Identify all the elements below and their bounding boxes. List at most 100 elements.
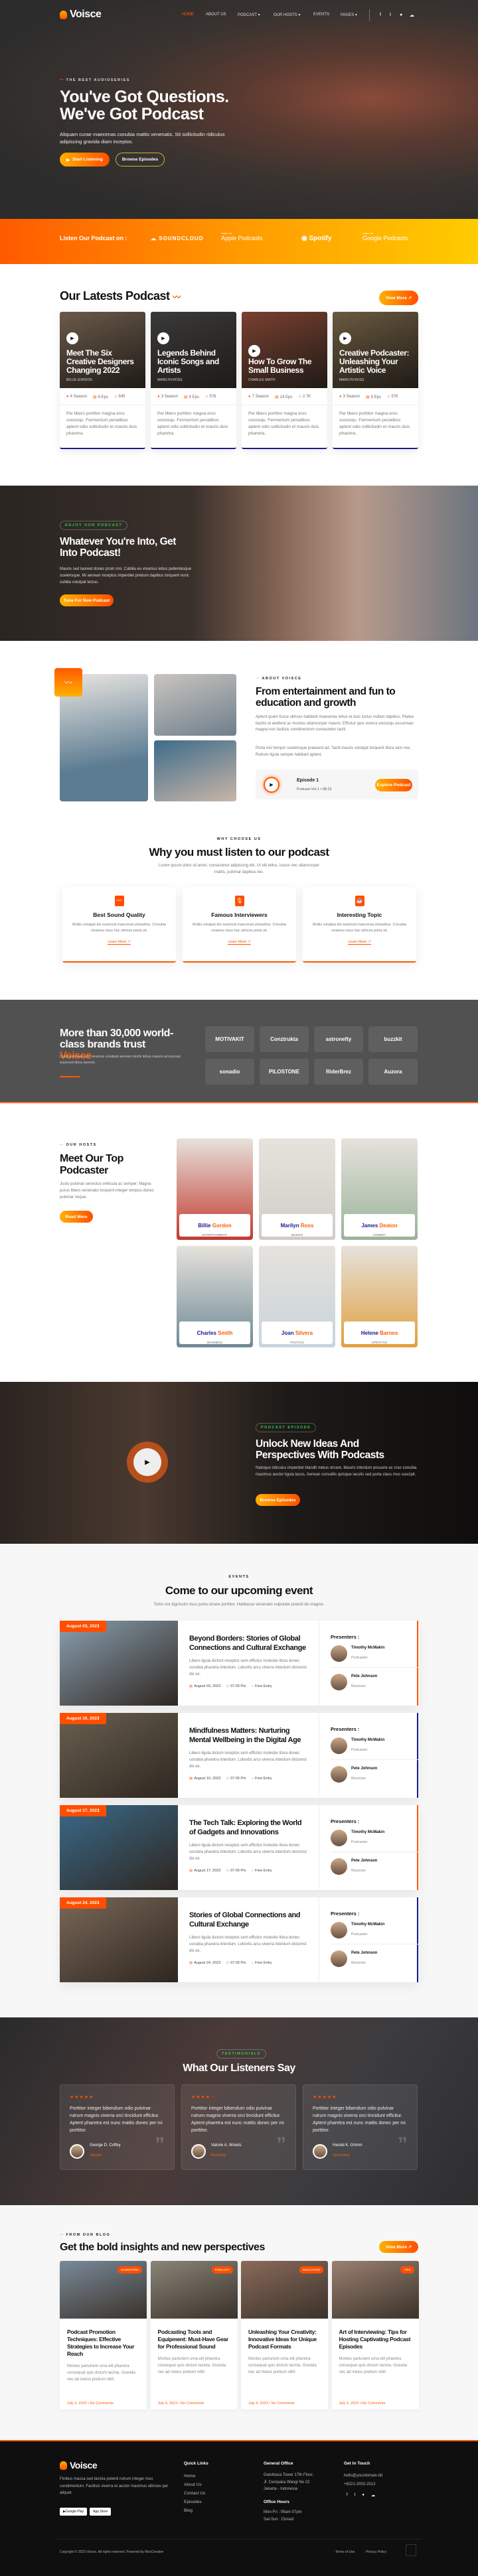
podcast-card[interactable]: ▶ Creative Podcaster: Unleashing Your Ar… <box>333 312 418 449</box>
podcast-description: Per libero porttitor magna eros sociosqu… <box>248 411 319 436</box>
event-meta: ▦ August 03, 2023 ◷ 07.00 Pm ⌂ Free Entry <box>189 1684 309 1688</box>
phone-link[interactable]: +6221-2002-2012 <box>344 2480 376 2489</box>
quote-icon: ” <box>155 2134 165 2155</box>
podcast-title[interactable]: Meet The Six Creative Designers Changing… <box>66 349 140 375</box>
soundcloud-icon[interactable]: ☁ <box>410 13 414 18</box>
blog-category-badge[interactable]: Podcast <box>211 2266 233 2273</box>
podcast-title[interactable]: Legends Behind Iconic Songs and Artists <box>157 349 231 375</box>
spotify-link[interactable]: ◉ Spotify <box>301 235 331 242</box>
footer-link[interactable]: Episodes <box>184 2498 205 2506</box>
footer-link[interactable]: Home <box>184 2472 205 2480</box>
headphones-icon: ♫ <box>387 395 390 399</box>
blog-category-badge[interactable]: Tips <box>400 2266 414 2273</box>
blog-title[interactable]: Podcasting Tools and Equipment: Must-Hav… <box>151 2319 238 2356</box>
blog-view-more-button[interactable]: View More ↗ <box>379 2241 418 2253</box>
event-title[interactable]: Stories of Global Connections and Cultur… <box>189 1911 309 1929</box>
learn-more-link[interactable]: Learn More ↗ <box>228 940 251 945</box>
facebook-icon[interactable]: f <box>347 2493 348 2498</box>
footer-link[interactable]: Blog <box>184 2506 205 2515</box>
blog-card[interactable]: Podcast Podcasting Tools and Equipment: … <box>150 2261 238 2409</box>
event-title[interactable]: Mindfulness Matters: Nurturing Mental We… <box>189 1726 309 1745</box>
video-play-button[interactable]: ▶ <box>133 1448 161 1476</box>
blog-title[interactable]: Art of Interviewing: Tips for Hosting Ca… <box>332 2319 419 2356</box>
host-card[interactable]: Marilyn Ross Musics <box>259 1138 335 1240</box>
browse-episodes-button[interactable]: Browse Episodes <box>256 1494 300 1506</box>
host-card[interactable]: James Deaton Comedy <box>341 1138 418 1240</box>
google-play-badge[interactable]: ▶ Google Play <box>60 2508 88 2516</box>
footer-link[interactable]: About Us <box>184 2480 205 2489</box>
twitter-icon[interactable]: t <box>390 13 391 17</box>
podcast-card[interactable]: ▶ Meet The Six Creative Designers Changi… <box>60 312 145 449</box>
nav-home[interactable]: Home <box>182 13 194 17</box>
event-card[interactable]: August 03, 2023 Beyond Borders: Stories … <box>60 1621 418 1706</box>
blog-comments[interactable]: No Comments <box>362 2402 385 2406</box>
brand-logo-tile: astronefty <box>314 1026 363 1052</box>
host-card[interactable]: Joan Silvera Politics <box>259 1246 335 1347</box>
privacy-link[interactable]: · Privacy Policy <box>364 2550 386 2554</box>
read-more-button[interactable]: Read More <box>60 1211 93 1223</box>
blog-card[interactable]: Tips Art of Interviewing: Tips for Hosti… <box>331 2261 419 2409</box>
podcast-title[interactable]: How To Grow The Small Business <box>248 358 322 375</box>
blog-comments[interactable]: No Comments <box>181 2402 204 2406</box>
season-icon: ● <box>157 395 160 399</box>
blog-title[interactable]: Unleashing Your Creativity: Innovative I… <box>241 2319 328 2356</box>
podcast-title[interactable]: Creative Podcaster: Unleashing Your Arti… <box>339 349 413 375</box>
nav-our-hosts[interactable]: Our Hosts ▾ <box>274 13 300 17</box>
soundcloud-link[interactable]: ☁ SOUNDCLOUD <box>151 236 204 241</box>
learn-more-link[interactable]: Learn More ↗ <box>348 940 371 945</box>
event-meta: ▦ August 10, 2023 ◷ 07.00 Pm ⌂ Free Entry <box>189 1777 309 1781</box>
apple-podcasts-link[interactable]: Listen on Apple Podcasts <box>221 232 263 241</box>
host-card[interactable]: Helene Barnes Lifestyle <box>341 1246 418 1347</box>
event-image <box>60 1897 178 1982</box>
podcast-card[interactable]: ▶ Legends Behind Iconic Songs and Artist… <box>151 312 236 449</box>
nav-podcast[interactable]: Podcast ▾ <box>238 13 260 17</box>
footer-link[interactable]: Contact Us <box>184 2489 205 2498</box>
brand-logo-tile: buzzkit <box>368 1026 418 1052</box>
blog-comments[interactable]: No Comments <box>90 2402 114 2406</box>
play-button[interactable]: ▶ <box>66 332 78 344</box>
play-button[interactable]: ▶ <box>339 332 351 344</box>
blog-card[interactable]: Marketing Podcast Promotion Techniques: … <box>60 2261 147 2409</box>
about-paragraph-1: Aptent quam fusce ultrices habitant maec… <box>256 715 414 732</box>
play-button[interactable]: ▶ <box>248 345 260 357</box>
host-card[interactable]: Charles Smith Business <box>177 1246 253 1347</box>
nav-pages[interactable]: Pages ▾ <box>341 13 357 17</box>
blog-category-badge[interactable]: Education <box>299 2266 323 2273</box>
view-more-button[interactable]: View More ↗ <box>379 291 418 305</box>
event-card[interactable]: August 24, 2023 Stories of Global Connec… <box>60 1897 418 1982</box>
blog-card[interactable]: Education Unleashing Your Creativity: In… <box>241 2261 328 2409</box>
host-nameplate: James Deaton Comedy <box>344 1214 415 1237</box>
learn-more-link[interactable]: Learn More ↗ <box>108 940 131 945</box>
blog-title[interactable]: Podcast Promotion Techniques: Effective … <box>60 2319 147 2363</box>
tune-for-new-podcast-button[interactable]: Tune For New Podcast <box>60 594 114 606</box>
presenter-role: Musician <box>351 1868 366 1873</box>
brand-logo[interactable]: Voisce <box>60 9 102 21</box>
spotify-icon[interactable]: ● <box>362 2493 364 2498</box>
back-to-top-button[interactable] <box>406 2544 416 2556</box>
browse-episodes-button[interactable]: Browse Episodes <box>116 153 165 167</box>
google-podcasts-link[interactable]: Listen on Google Podcasts <box>362 232 408 241</box>
nav-events[interactable]: Events <box>313 13 329 17</box>
nav-about-us[interactable]: About Us <box>206 13 226 17</box>
event-card[interactable]: August 17, 2023 The Tech Talk: Exploring… <box>60 1805 418 1890</box>
facebook-icon[interactable]: f <box>380 13 381 17</box>
event-title[interactable]: The Tech Talk: Exploring the World of Ga… <box>189 1818 309 1837</box>
event-title[interactable]: Beyond Borders: Stories of Global Connec… <box>189 1634 309 1653</box>
blog-comments[interactable]: No Comments <box>272 2402 295 2406</box>
play-button[interactable]: ▶ <box>157 332 169 344</box>
app-store-badge[interactable]: App Store <box>90 2508 112 2516</box>
explore-podcast-button[interactable]: Explore Podcast <box>375 779 412 791</box>
footer-logo[interactable]: Voisce <box>60 2460 98 2471</box>
blog-category-badge[interactable]: Marketing <box>118 2266 142 2273</box>
podcast-card[interactable]: ▶ How To Grow The Small Business Charles … <box>242 312 327 449</box>
spotify-icon[interactable]: ● <box>400 13 402 17</box>
start-listening-button[interactable]: ▶ Start Listening <box>60 153 110 167</box>
soundcloud-icon[interactable]: ☁ <box>371 2493 375 2498</box>
host-card[interactable]: Billie Gordon Entertainment <box>177 1138 253 1240</box>
event-card[interactable]: August 10, 2023 Mindfulness Matters: Nur… <box>60 1713 418 1798</box>
terms-link[interactable]: · Terms of Use <box>333 2550 355 2554</box>
brand-logo-tile: Conztrukta <box>260 1026 309 1052</box>
twitter-icon[interactable]: t <box>355 2493 356 2498</box>
play-button[interactable]: ▶ <box>264 777 279 793</box>
email-link[interactable]: hello@yourdomain.tld <box>344 2472 382 2480</box>
